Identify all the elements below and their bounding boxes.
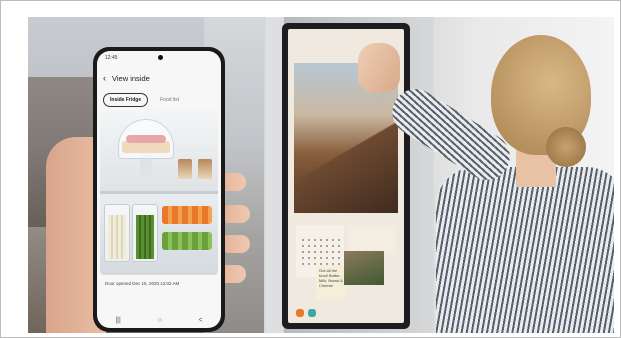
fridge-camera-view (100, 109, 218, 275)
jar (178, 159, 192, 179)
jar (198, 159, 212, 179)
tab-inside-fridge[interactable]: Inside Fridge (103, 93, 149, 107)
upper-shelf (100, 109, 218, 191)
recents-icon[interactable]: ||| (115, 317, 120, 324)
photo-widget (344, 251, 384, 285)
back-icon[interactable]: < (199, 317, 203, 324)
back-arrow-icon[interactable]: ‹ (103, 73, 106, 83)
navigation-bar: ||| ○ < (97, 317, 221, 324)
fridge-photo: Got all the food! Butter, Milk, Bread & … (266, 17, 614, 333)
tab-bar: Inside Fridge Food list (103, 93, 215, 107)
hair-bun (546, 127, 586, 167)
screen-title: View inside (112, 73, 150, 83)
app-icon (296, 309, 304, 317)
status-time: 12:45 (105, 55, 118, 61)
tab-food-list[interactable]: Food list (154, 94, 185, 106)
app-icon (308, 309, 316, 317)
lower-shelf (100, 194, 218, 275)
phone-photo: 12:45 ‹ View inside Inside Fridge Food l… (28, 17, 264, 333)
tray-oranges (162, 206, 212, 224)
phone-screen: 12:45 ‹ View inside Inside Fridge Food l… (97, 51, 221, 328)
container-green-asparagus (132, 204, 158, 262)
home-icon[interactable]: ○ (158, 317, 162, 324)
container-white-asparagus (104, 204, 130, 262)
door-opened-text: Door opened Dec 15, 2020 12:02 AM (105, 281, 180, 286)
woman-shirt (436, 167, 614, 333)
mountain (294, 119, 398, 213)
camera-hole (158, 55, 163, 60)
smartphone: 12:45 ‹ View inside Inside Fridge Food l… (93, 47, 225, 332)
title-row: ‹ View inside (103, 73, 150, 83)
woman-hand (358, 43, 400, 93)
tray-limes (162, 232, 212, 250)
glass-dome (118, 119, 174, 159)
sticky-note: Got all the food! Butter, Milk, Bread & … (316, 265, 346, 299)
image-frame: 12:45 ‹ View inside Inside Fridge Food l… (0, 0, 621, 338)
